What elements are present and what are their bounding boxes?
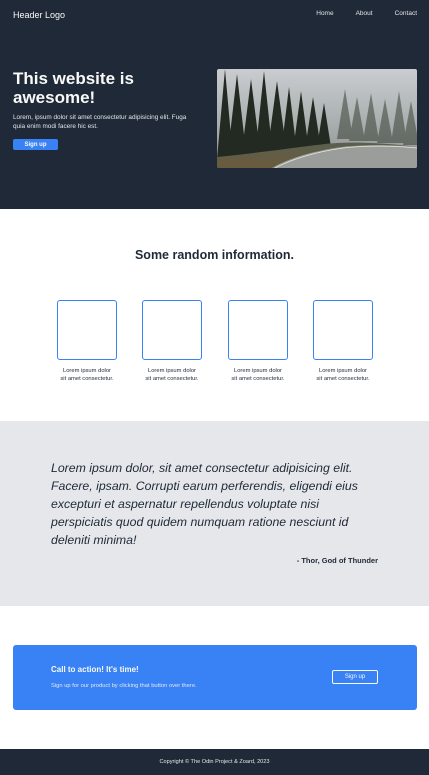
info-card: Lorem ipsum dolor sit amet consectetur. [312,300,374,383]
card-caption-line1: Lorem ipsum dolor [62,368,111,374]
nav-link-contact[interactable]: Contact [395,9,417,18]
copyright-text: Copyright © The Odin Project & Zoard, 20… [159,759,270,765]
card-image-placeholder [57,300,117,360]
hero-title: This website is awesome! [13,69,134,107]
quote-section: Lorem ipsum dolor, sit amet consectetur … [0,421,429,606]
hero-subtitle: Lorem, ipsum dolor sit amet consectetur … [13,114,187,130]
card-caption: Lorem ipsum dolor sit amet consectetur. [141,367,203,383]
card-caption: Lorem ipsum dolor sit amet consectetur. [56,367,118,383]
card-caption-line2: sit amet consectetur. [60,376,114,382]
info-section-title: Some random information. [134,248,295,262]
card-caption-line2: sit amet consectetur. [145,376,199,382]
hero-signup-button[interactable]: Sign up [13,139,58,150]
header-nav: Home About Contact [316,9,417,18]
card-caption-line1: Lorem ipsum dolor [147,368,196,374]
nav-link-about[interactable]: About [356,9,373,18]
cta-signup-button[interactable]: Sign up [332,670,378,684]
card-image-placeholder [142,300,202,360]
forest-road-image [217,69,417,168]
card-caption: Lorem ipsum dolor sit amet consectetur. [312,367,374,383]
nav-link-home[interactable]: Home [316,9,333,18]
info-card: Lorem ipsum dolor sit amet consectetur. [141,300,203,383]
footer: Copyright © The Odin Project & Zoard, 20… [0,749,429,775]
card-image-placeholder [228,300,288,360]
quote-author: - Thor, God of Thunder [296,556,378,565]
call-to-action: Call to action! It's time! Sign up for o… [13,645,417,710]
card-caption-line2: sit amet consectetur. [316,376,370,382]
card-caption-line1: Lorem ipsum dolor [233,368,282,374]
card-caption-line1: Lorem ipsum dolor [318,368,367,374]
header-logo[interactable]: Header Logo [13,10,65,20]
card-caption-line2: sit amet consectetur. [231,376,285,382]
info-card: Lorem ipsum dolor sit amet consectetur. [56,300,118,383]
info-card: Lorem ipsum dolor sit amet consectetur. [227,300,289,383]
cta-title: Call to action! It's time! [51,665,139,674]
card-caption: Lorem ipsum dolor sit amet consectetur. [227,367,289,383]
hero-section: Header Logo Home About Contact This webs… [0,0,429,209]
cta-subtitle: Sign up for our product by clicking that… [51,683,197,689]
quote-text: Lorem ipsum dolor, sit amet consectetur … [51,461,358,547]
card-image-placeholder [313,300,373,360]
